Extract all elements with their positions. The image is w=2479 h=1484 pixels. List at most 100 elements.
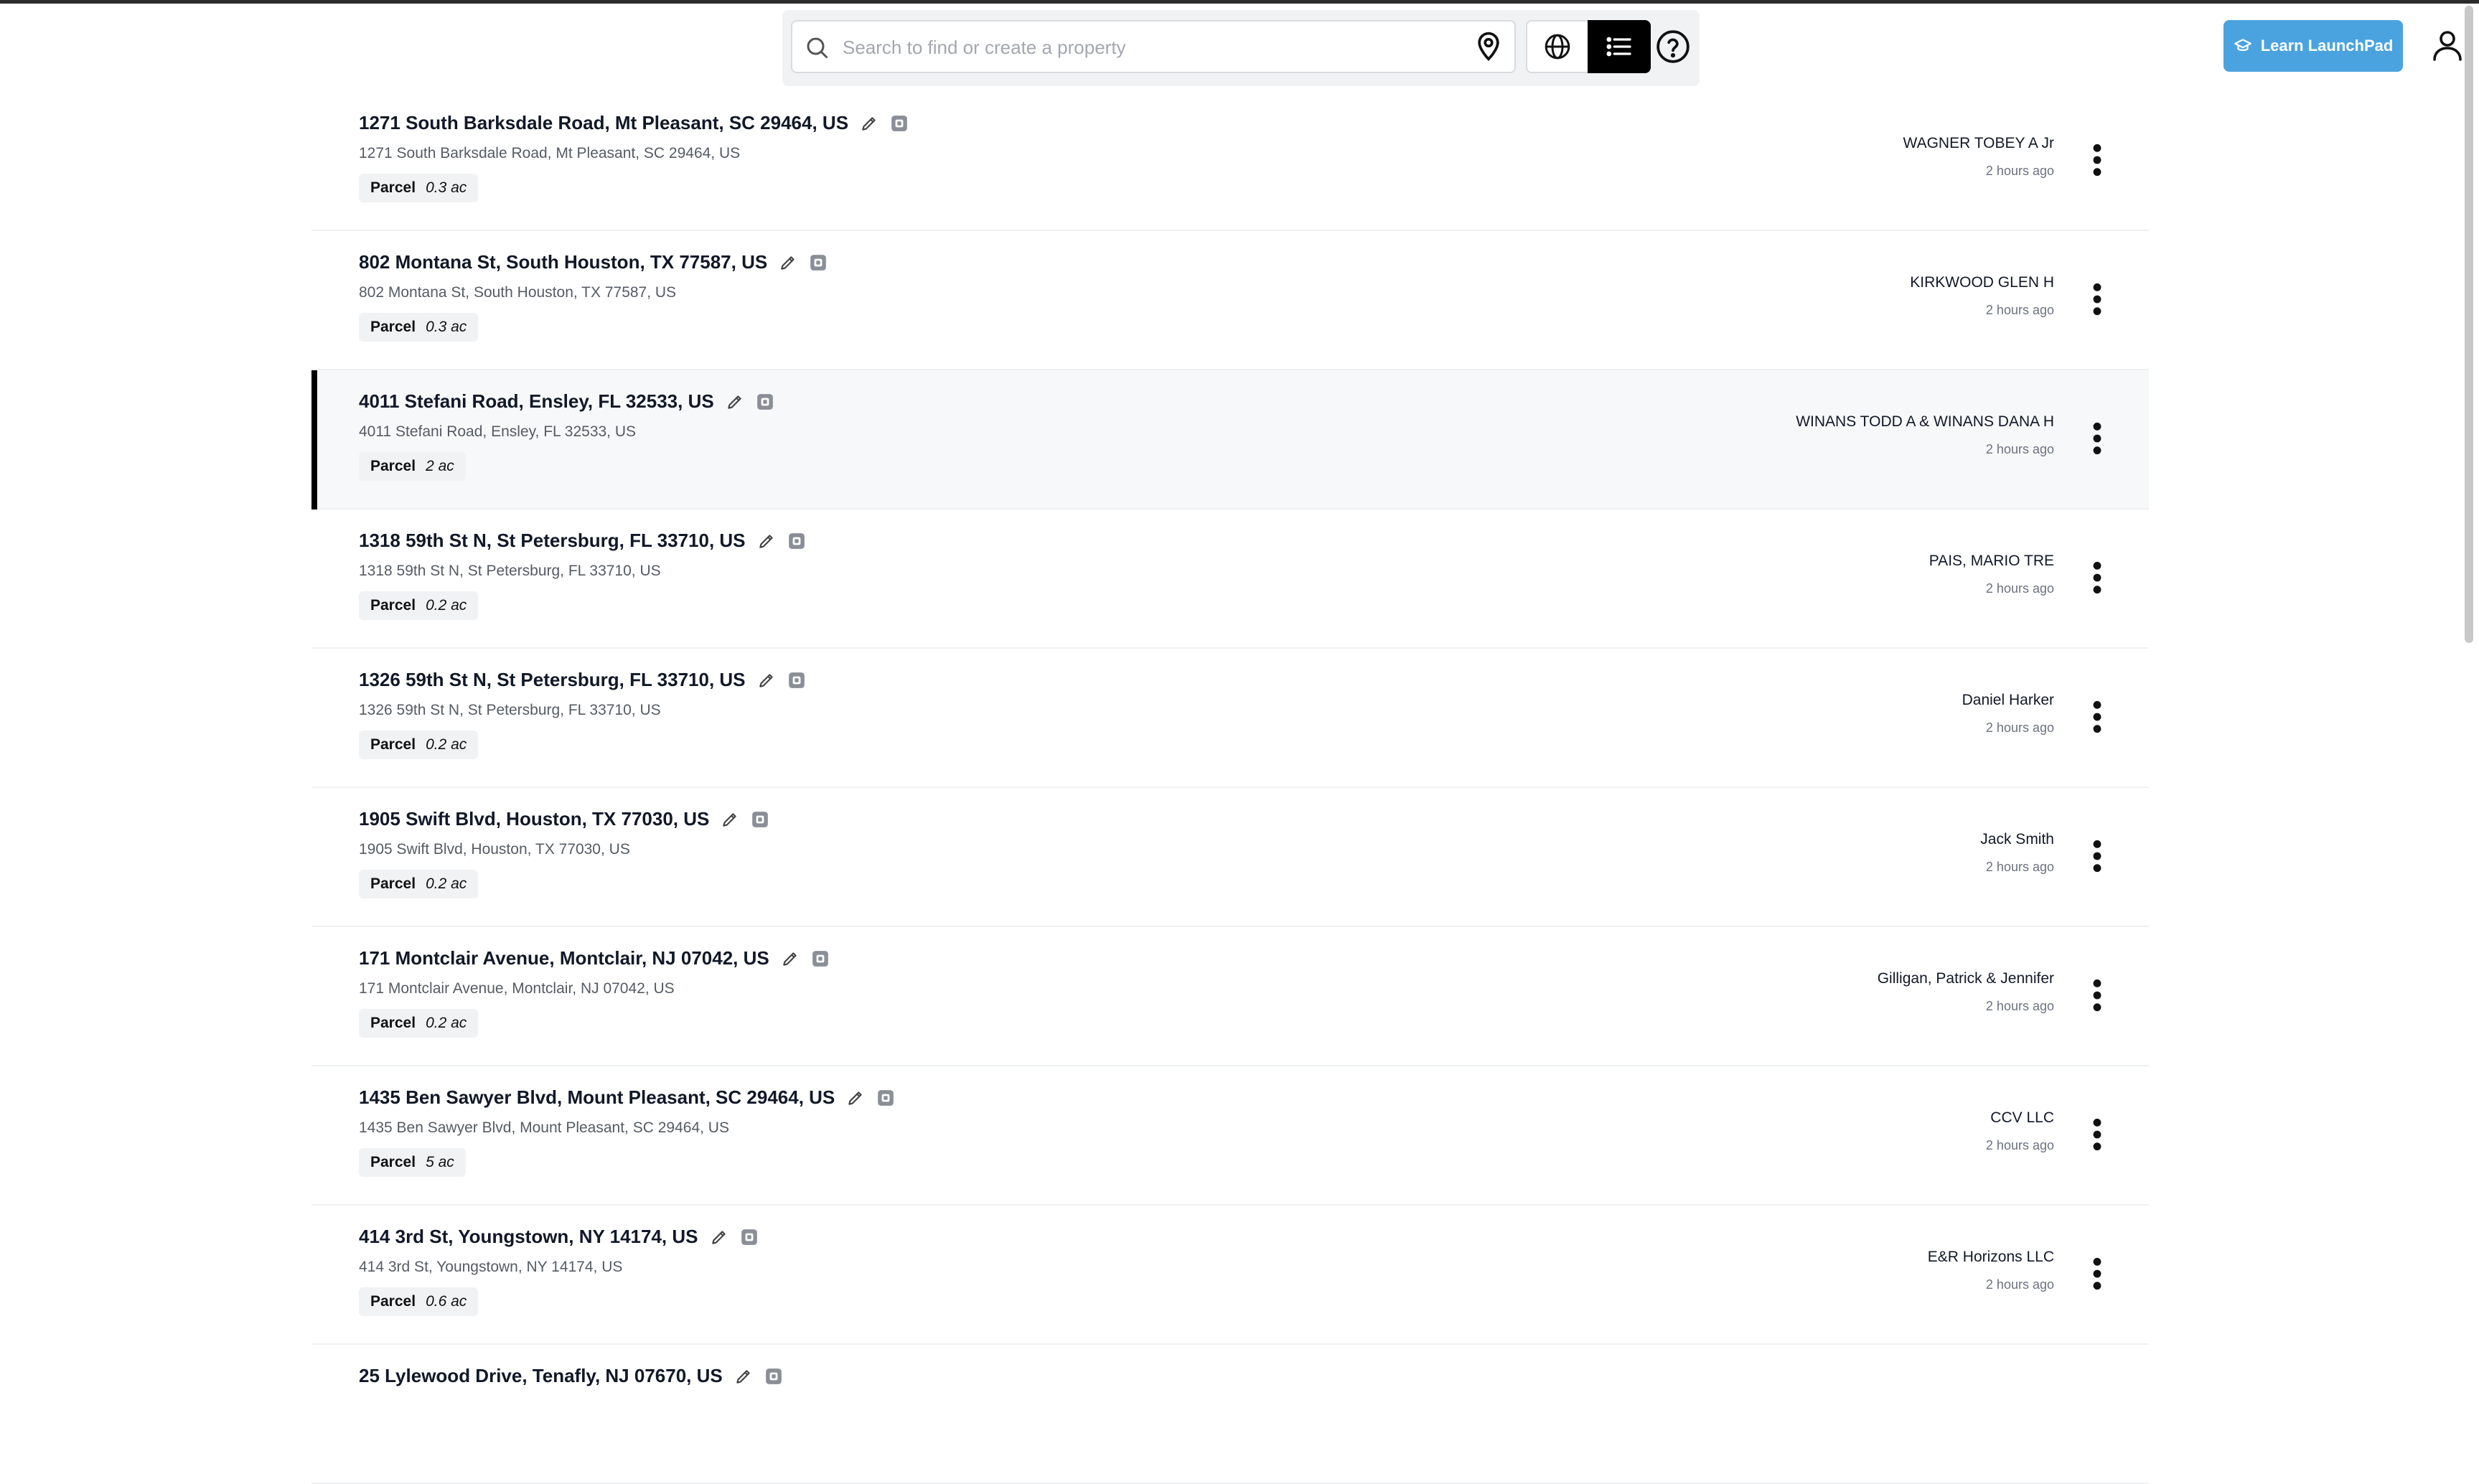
property-row[interactable]: 25 Lylewood Drive, Tenafly, NJ 07670, US xyxy=(311,1345,2149,1484)
property-row[interactable]: 802 Montana St, South Houston, TX 77587,… xyxy=(311,231,2149,370)
search-box[interactable] xyxy=(791,20,1516,73)
property-row[interactable]: 1271 South Barksdale Road, Mt Pleasant, … xyxy=(311,92,2149,231)
updated-time: 2 hours ago xyxy=(1985,1277,2054,1292)
property-title[interactable]: 1326 59th St N, St Petersburg, FL 33710,… xyxy=(359,669,746,691)
more-vertical-icon[interactable] xyxy=(2089,142,2106,178)
more-vertical-icon[interactable] xyxy=(2089,560,2106,596)
owner-name: CCV LLC xyxy=(1990,1109,2054,1126)
tag-icon[interactable] xyxy=(787,671,806,690)
pencil-icon[interactable] xyxy=(779,253,797,272)
property-rows: 1271 South Barksdale Road, Mt Pleasant, … xyxy=(311,92,2149,1484)
property-list: 1271 South Barksdale Road, Mt Pleasant, … xyxy=(311,92,2149,1484)
list-icon xyxy=(1606,37,1631,57)
search-input[interactable] xyxy=(841,29,1454,66)
updated-time: 2 hours ago xyxy=(1985,581,2054,596)
property-title[interactable]: 1435 Ben Sawyer Blvd, Mount Pleasant, SC… xyxy=(359,1086,835,1109)
owner-name: Daniel Harker xyxy=(1962,692,2054,708)
property-title[interactable]: 1905 Swift Blvd, Houston, TX 77030, US xyxy=(359,808,709,830)
more-vertical-icon[interactable] xyxy=(2089,838,2106,874)
more-vertical-icon[interactable] xyxy=(2089,699,2106,735)
property-title[interactable]: 802 Montana St, South Houston, TX 77587,… xyxy=(359,251,767,273)
parcel-badge: Parcel 0.3 ac xyxy=(359,313,479,342)
tag-icon[interactable] xyxy=(740,1228,759,1246)
pencil-icon[interactable] xyxy=(781,949,800,968)
parcel-badge: Parcel 0.2 ac xyxy=(359,591,479,620)
list-view-button[interactable] xyxy=(1588,20,1651,73)
parcel-badge: Parcel 2 ac xyxy=(359,452,466,481)
more-vertical-icon[interactable] xyxy=(2089,281,2106,317)
tag-icon[interactable] xyxy=(787,532,806,550)
tag-icon[interactable] xyxy=(764,1367,783,1386)
updated-time: 2 hours ago xyxy=(1985,720,2054,735)
property-address: 1271 South Barksdale Road, Mt Pleasant, … xyxy=(359,145,741,161)
parcel-type: Parcel xyxy=(370,736,416,753)
parcel-type: Parcel xyxy=(370,319,416,335)
property-row[interactable]: 414 3rd St, Youngstown, NY 14174, US 414… xyxy=(311,1206,2149,1345)
property-row[interactable]: 171 Montclair Avenue, Montclair, NJ 0704… xyxy=(311,927,2149,1066)
pencil-icon[interactable] xyxy=(757,532,776,550)
parcel-area: 0.3 ac xyxy=(426,179,467,196)
owner-name: WAGNER TOBEY A Jr xyxy=(1903,135,2054,151)
more-vertical-icon[interactable] xyxy=(2089,1256,2106,1292)
parcel-badge: Parcel 0.2 ac xyxy=(359,731,479,759)
parcel-type: Parcel xyxy=(370,1015,416,1031)
property-row[interactable]: 1326 59th St N, St Petersburg, FL 33710,… xyxy=(311,649,2149,788)
globe-icon xyxy=(1545,34,1570,60)
owner-name: PAIS, MARIO TRE xyxy=(1929,553,2054,569)
pencil-icon[interactable] xyxy=(757,671,776,690)
property-title[interactable]: 1271 South Barksdale Road, Mt Pleasant, … xyxy=(359,112,848,134)
pencil-icon[interactable] xyxy=(846,1089,865,1107)
search-toolbar xyxy=(782,10,1700,86)
owner-name: Jack Smith xyxy=(1980,831,2054,847)
tag-icon[interactable] xyxy=(756,393,774,411)
learn-launchpad-button[interactable]: Learn LaunchPad xyxy=(2223,20,2403,72)
property-title[interactable]: 171 Montclair Avenue, Montclair, NJ 0704… xyxy=(359,947,769,969)
property-address: 1318 59th St N, St Petersburg, FL 33710,… xyxy=(359,563,661,579)
more-vertical-icon[interactable] xyxy=(2089,1117,2106,1152)
parcel-area: 0.3 ac xyxy=(426,319,467,335)
updated-time: 2 hours ago xyxy=(1985,442,2054,456)
updated-time: 2 hours ago xyxy=(1985,164,2054,178)
more-vertical-icon[interactable] xyxy=(2089,421,2106,456)
graduation-cap-icon xyxy=(2234,39,2251,52)
pencil-icon[interactable] xyxy=(710,1228,728,1246)
property-title[interactable]: 414 3rd St, Youngstown, NY 14174, US xyxy=(359,1226,698,1248)
pencil-icon[interactable] xyxy=(721,810,739,829)
parcel-type: Parcel xyxy=(370,597,416,614)
property-address: 414 3rd St, Youngstown, NY 14174, US xyxy=(359,1259,623,1275)
property-address: 802 Montana St, South Houston, TX 77587,… xyxy=(359,284,677,301)
property-row[interactable]: 1318 59th St N, St Petersburg, FL 33710,… xyxy=(311,509,2149,649)
map-pin-icon[interactable] xyxy=(1473,30,1504,62)
pencil-icon[interactable] xyxy=(726,393,744,411)
property-title[interactable]: 4011 Stefani Road, Ensley, FL 32533, US xyxy=(359,390,714,413)
map-view-button[interactable] xyxy=(1526,20,1589,73)
learn-launchpad-label: Learn LaunchPad xyxy=(2260,37,2394,55)
tag-icon[interactable] xyxy=(811,949,830,968)
property-address: 171 Montclair Avenue, Montclair, NJ 0704… xyxy=(359,980,675,997)
parcel-area: 2 ac xyxy=(426,458,454,474)
tag-icon[interactable] xyxy=(876,1089,895,1107)
property-title[interactable]: 1318 59th St N, St Petersburg, FL 33710,… xyxy=(359,530,746,552)
tag-icon[interactable] xyxy=(751,810,769,829)
scrollbar-thumb[interactable] xyxy=(2465,6,2473,643)
updated-time: 2 hours ago xyxy=(1985,303,2054,317)
help-icon[interactable] xyxy=(1655,29,1691,65)
property-address: 1905 Swift Blvd, Houston, TX 77030, US xyxy=(359,841,630,858)
property-row[interactable]: 1905 Swift Blvd, Houston, TX 77030, US 1… xyxy=(311,788,2149,927)
parcel-area: 0.2 ac xyxy=(426,875,467,892)
pencil-icon[interactable] xyxy=(734,1367,753,1386)
updated-time: 2 hours ago xyxy=(1985,999,2054,1013)
tag-icon[interactable] xyxy=(809,253,828,272)
parcel-area: 0.6 ac xyxy=(426,1293,467,1310)
owner-name: WINANS TODD A & WINANS DANA H xyxy=(1796,413,2054,430)
property-address: 1435 Ben Sawyer Blvd, Mount Pleasant, SC… xyxy=(359,1119,729,1136)
parcel-area: 0.2 ac xyxy=(426,1015,467,1031)
top-border xyxy=(0,0,2479,4)
pencil-icon[interactable] xyxy=(860,114,878,133)
tag-icon[interactable] xyxy=(890,114,909,133)
property-title[interactable]: 25 Lylewood Drive, Tenafly, NJ 07670, US xyxy=(359,1365,723,1387)
property-row[interactable]: 1435 Ben Sawyer Blvd, Mount Pleasant, SC… xyxy=(311,1066,2149,1206)
more-vertical-icon[interactable] xyxy=(2089,977,2106,1013)
property-row[interactable]: 4011 Stefani Road, Ensley, FL 32533, US … xyxy=(311,370,2149,509)
parcel-type: Parcel xyxy=(370,875,416,892)
